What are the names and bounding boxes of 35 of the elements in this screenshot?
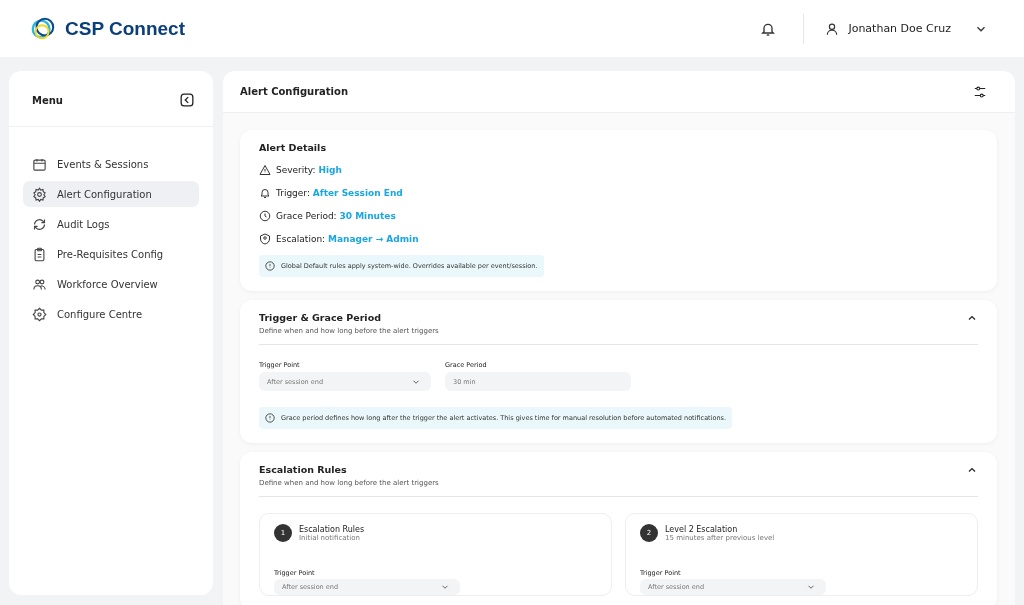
info-icon bbox=[265, 413, 275, 423]
section-title: Escalation Rules bbox=[259, 464, 348, 475]
sidebar-item[interactable]: Audit Logs bbox=[23, 211, 199, 237]
sidebar-title: Menu bbox=[32, 94, 63, 106]
sidebar-item[interactable]: Workforce Overview bbox=[23, 271, 199, 297]
page-title: Alert Configuration bbox=[240, 86, 349, 97]
people-icon bbox=[32, 276, 47, 292]
detail-text: Trigger: After Session End bbox=[276, 188, 403, 198]
calendar-icon bbox=[32, 156, 47, 172]
sidebar-item[interactable]: Pre-Requisites Config bbox=[23, 241, 199, 267]
level-title: Escalation Rules bbox=[299, 524, 365, 534]
shield-icon bbox=[259, 233, 271, 245]
card-title: Alert Details bbox=[259, 142, 328, 153]
detail-text: Escalation: Manager → Admin bbox=[276, 234, 419, 244]
logo-icon bbox=[30, 15, 56, 42]
detail-text: Severity: High bbox=[276, 165, 342, 175]
info-icon bbox=[265, 261, 275, 271]
sidebar-item[interactable]: Alert Configuration bbox=[23, 181, 199, 207]
clock-icon bbox=[259, 210, 271, 222]
refresh-icon bbox=[32, 216, 47, 232]
collapse-icon[interactable] bbox=[180, 93, 194, 107]
settings-sliders-icon[interactable] bbox=[973, 84, 987, 99]
brand-name: CSP Connect bbox=[65, 17, 185, 40]
level-title: Level 2 Escalation bbox=[665, 524, 739, 534]
section-title: Trigger & Grace Period bbox=[259, 312, 382, 323]
sidebar-item[interactable]: Configure Centre bbox=[23, 301, 199, 327]
clipboard-icon bbox=[32, 246, 47, 262]
user-name[interactable]: Jonathan Doe Cruz bbox=[848, 22, 951, 35]
detail-text: Grace Period: 30 Minutes bbox=[276, 211, 396, 221]
user-icon bbox=[825, 21, 840, 36]
gear-icon bbox=[32, 186, 47, 202]
sidebar-item[interactable]: Events & Sessions bbox=[23, 151, 199, 177]
bell-icon bbox=[259, 187, 271, 199]
warning-icon bbox=[259, 164, 271, 176]
badge-icon bbox=[32, 306, 47, 322]
